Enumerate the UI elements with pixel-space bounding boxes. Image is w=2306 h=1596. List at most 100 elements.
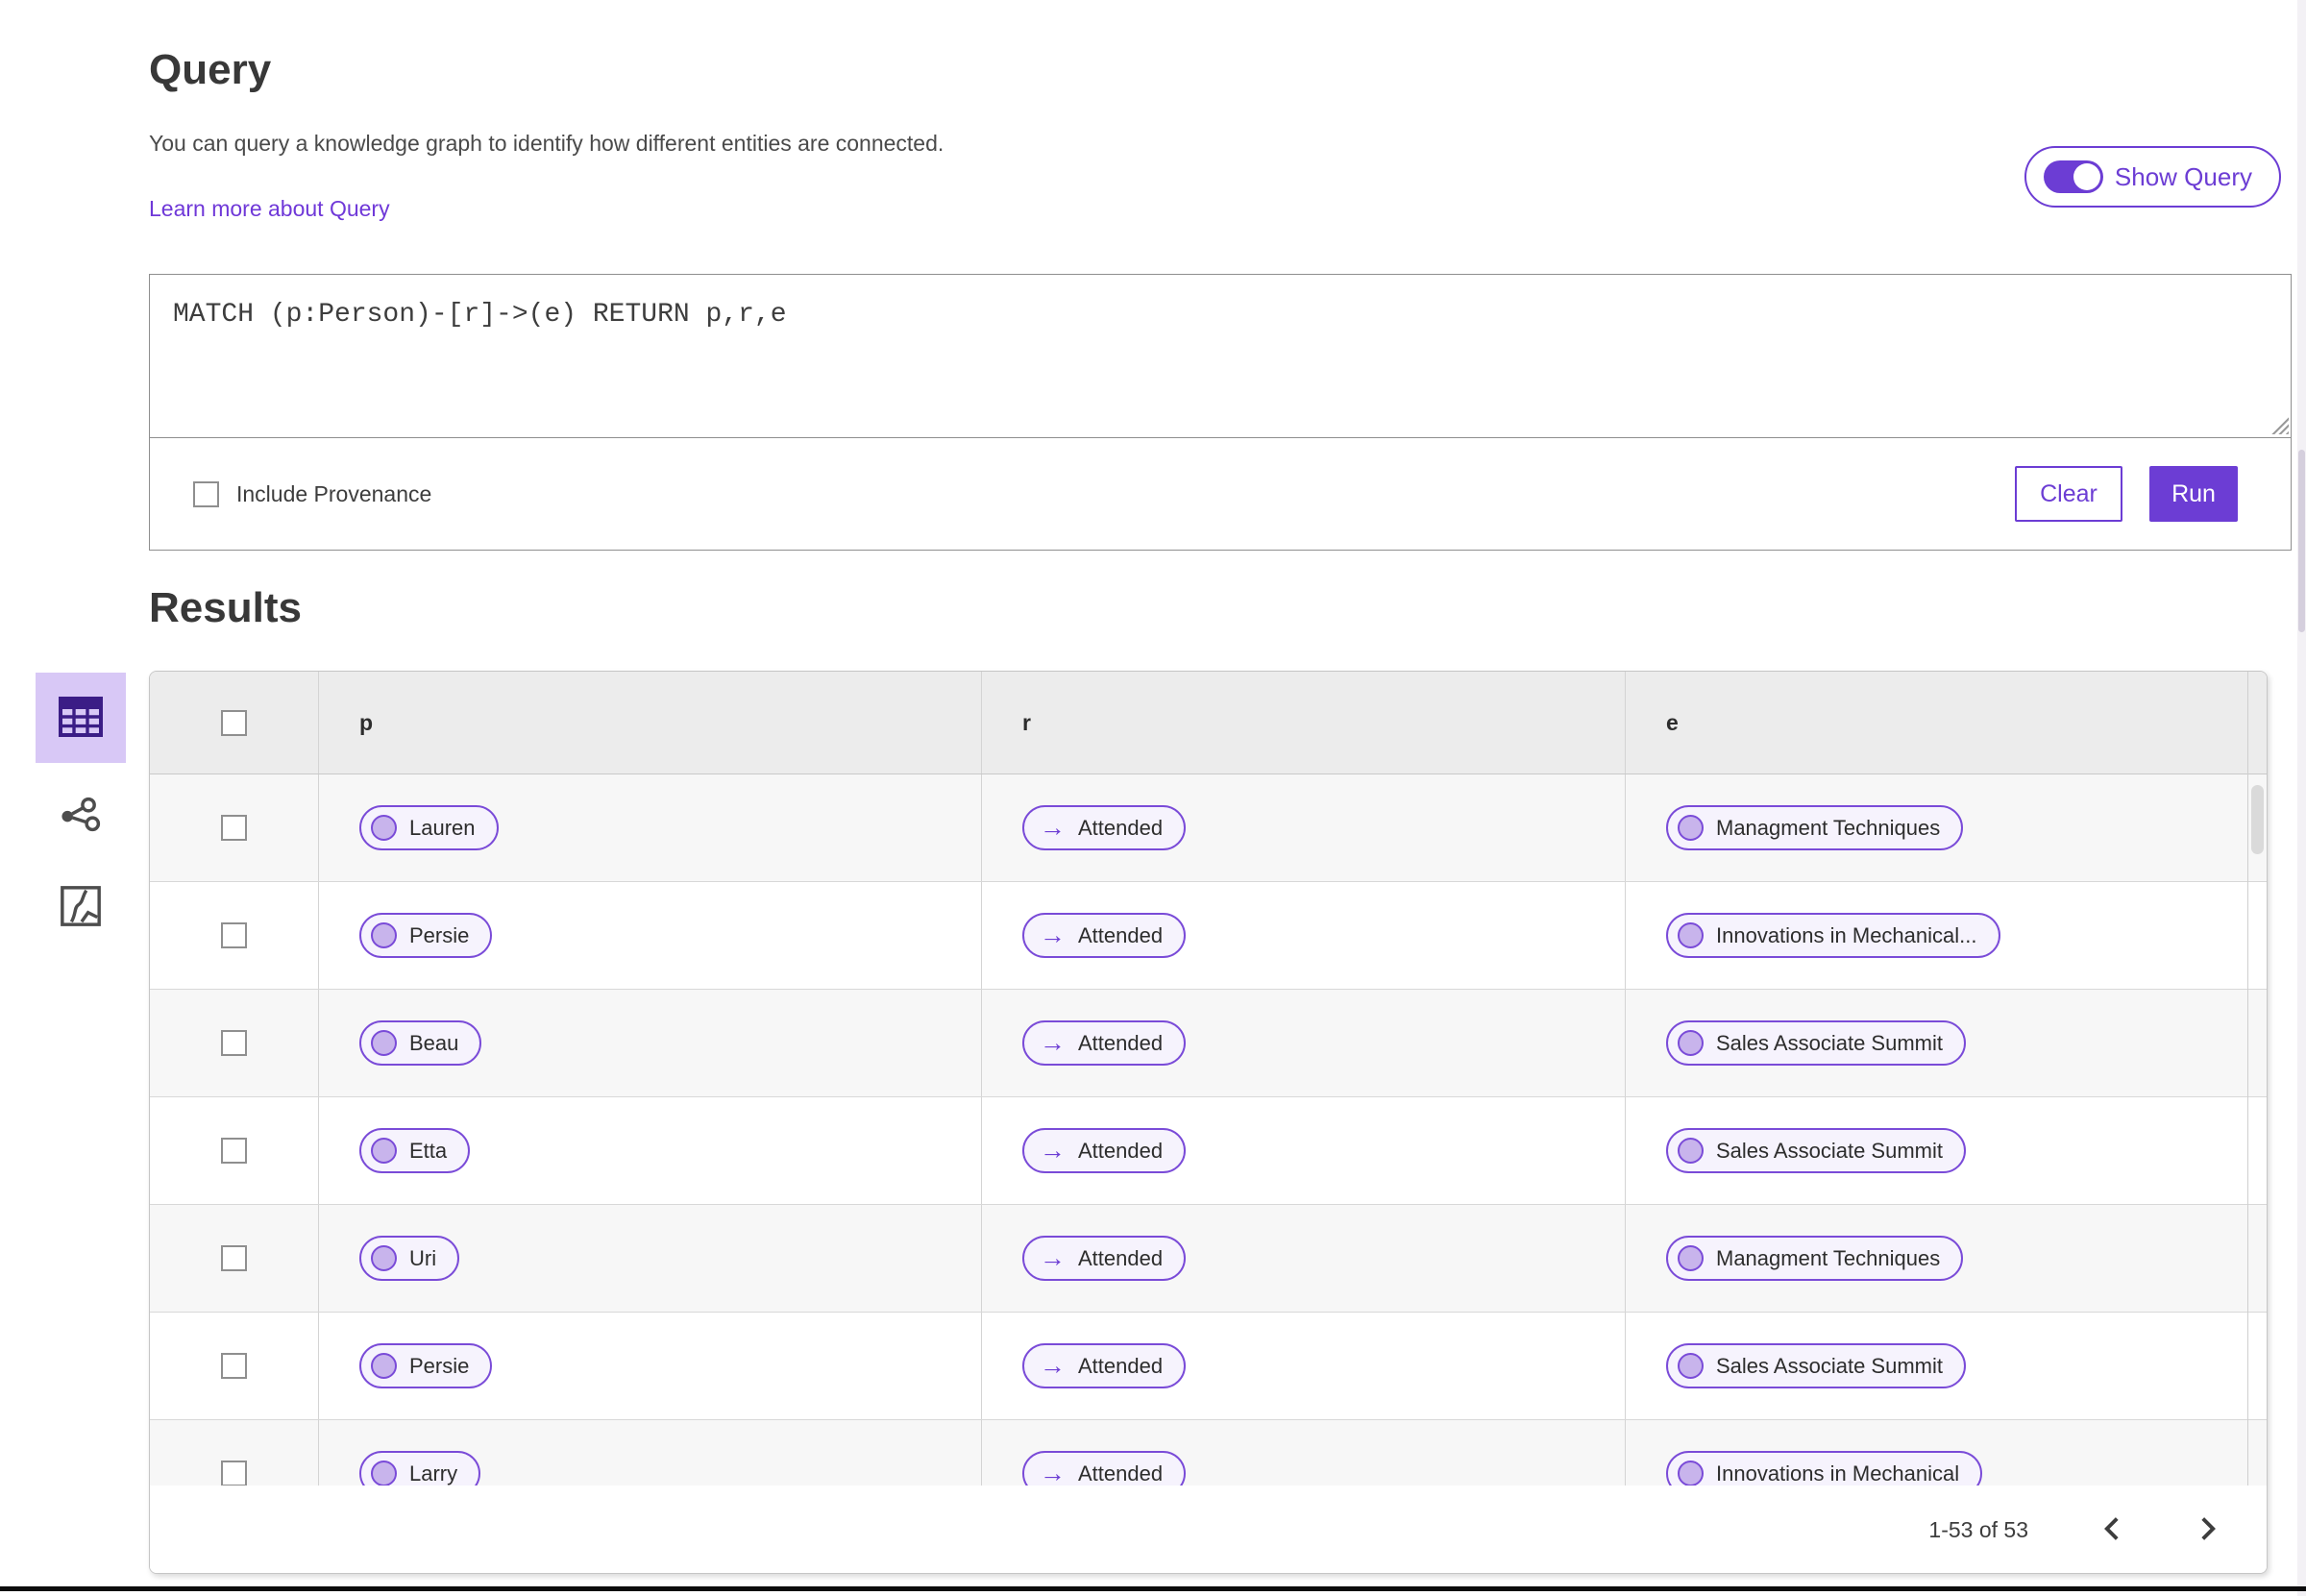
- next-page-button[interactable]: [2196, 1511, 2220, 1549]
- e-pill-label: Sales Associate Summit: [1716, 1353, 1943, 1378]
- entity-pill-p[interactable]: Beau: [359, 1020, 482, 1066]
- previous-page-button[interactable]: [2099, 1511, 2124, 1549]
- table-row: Persie → Attended Sales Associate Summit: [150, 1313, 2267, 1420]
- entity-pill-e[interactable]: Managment Techniques: [1666, 1236, 1964, 1281]
- row-checkbox[interactable]: [221, 1138, 247, 1164]
- table-row: Etta → Attended Sales Associate Summit: [150, 1097, 2267, 1205]
- table-row: Beau → Attended Sales Associate Summit: [150, 990, 2267, 1097]
- e-pill-label: Managment Techniques: [1716, 815, 1941, 840]
- toggle-switch-icon[interactable]: [2043, 160, 2103, 193]
- select-all-checkbox[interactable]: [221, 709, 247, 736]
- relationship-pill[interactable]: → Attended: [1022, 805, 1187, 850]
- arrow-right-icon: →: [1040, 1028, 1066, 1057]
- node-circle-icon: [1678, 1138, 1704, 1164]
- r-pill-label: Attended: [1078, 922, 1164, 947]
- table-row: Larry → Attended Innovations in Mechanic…: [150, 1420, 2267, 1486]
- row-checkbox[interactable]: [221, 1030, 247, 1056]
- entity-pill-p[interactable]: Lauren: [359, 805, 499, 850]
- entity-pill-e[interactable]: Sales Associate Summit: [1666, 1343, 1966, 1388]
- table-body: Lauren → Attended Managment Techniques P…: [150, 774, 2267, 1486]
- page-scrollbar-thumb[interactable]: [2298, 450, 2305, 632]
- show-query-toggle[interactable]: Show Query: [2024, 146, 2281, 208]
- page-scrollbar[interactable]: [2297, 0, 2306, 1596]
- column-header-e: e: [1666, 709, 1679, 735]
- table-row: Uri → Attended Managment Techniques: [150, 1205, 2267, 1313]
- entity-pill-p[interactable]: Larry: [359, 1451, 481, 1486]
- node-circle-icon: [1678, 922, 1704, 948]
- r-pill-label: Attended: [1078, 815, 1164, 840]
- row-checkbox[interactable]: [221, 815, 247, 841]
- e-pill-label: Sales Associate Summit: [1716, 1138, 1943, 1163]
- entity-pill-e[interactable]: Innovations in Mechanical...: [1666, 913, 2000, 958]
- node-circle-icon: [1678, 1461, 1704, 1486]
- row-checkbox[interactable]: [221, 1353, 247, 1379]
- table-view-button[interactable]: [36, 673, 126, 763]
- pagination-range-label: 1-53 of 53: [1928, 1517, 2028, 1542]
- entity-pill-e[interactable]: Sales Associate Summit: [1666, 1128, 1966, 1173]
- include-provenance-checkbox[interactable]: [193, 480, 219, 507]
- chevron-left-icon: [2103, 1515, 2121, 1545]
- table-footer: 1-53 of 53: [150, 1486, 2267, 1573]
- e-pill-label: Sales Associate Summit: [1716, 1030, 1943, 1055]
- query-page: Query You can query a knowledge graph to…: [0, 0, 2306, 1596]
- share-network-icon: [59, 795, 103, 842]
- row-checkbox[interactable]: [221, 922, 247, 948]
- table-row: Lauren → Attended Managment Techniques: [150, 774, 2267, 882]
- row-checkbox[interactable]: [221, 1245, 247, 1271]
- results-table: p r e Lauren → Attended Managment Techni…: [149, 671, 2268, 1574]
- query-panel-footer: Include Provenance Clear Run: [150, 438, 2291, 550]
- column-header-r: r: [1022, 709, 1031, 735]
- query-input[interactable]: MATCH (p:Person)-[r]->(e) RETURN p,r,e: [150, 275, 2291, 438]
- p-pill-label: Lauren: [409, 815, 476, 840]
- r-pill-label: Attended: [1078, 1030, 1164, 1055]
- table-scrollbar-thumb[interactable]: [2251, 785, 2264, 854]
- entity-pill-e[interactable]: Sales Associate Summit: [1666, 1020, 1966, 1066]
- entity-pill-p[interactable]: Persie: [359, 1343, 493, 1388]
- node-circle-icon: [371, 815, 397, 841]
- clear-button[interactable]: Clear: [2015, 466, 2122, 522]
- arrow-right-icon: →: [1040, 1459, 1066, 1486]
- node-circle-icon: [371, 1461, 397, 1486]
- relationship-pill[interactable]: → Attended: [1022, 1020, 1187, 1066]
- table-scrollbar[interactable]: [2247, 672, 2267, 1486]
- relationship-pill[interactable]: → Attended: [1022, 1128, 1187, 1173]
- e-pill-label: Innovations in Mechanical: [1716, 1461, 1960, 1486]
- entity-pill-p[interactable]: Etta: [359, 1128, 471, 1173]
- page-description: You can query a knowledge graph to ident…: [149, 131, 944, 156]
- run-button[interactable]: Run: [2149, 466, 2238, 522]
- page-title: Query: [149, 46, 272, 93]
- node-circle-icon: [371, 1245, 397, 1271]
- r-pill-label: Attended: [1078, 1245, 1164, 1270]
- relationship-pill[interactable]: → Attended: [1022, 1236, 1187, 1281]
- table-header-row: p r e: [150, 672, 2267, 774]
- arrow-right-icon: →: [1040, 813, 1066, 842]
- row-checkbox[interactable]: [221, 1461, 247, 1486]
- p-pill-label: Beau: [409, 1030, 459, 1055]
- table-icon: [58, 696, 104, 741]
- node-circle-icon: [371, 1030, 397, 1056]
- node-circle-icon: [1678, 1030, 1704, 1056]
- arrow-right-icon: →: [1040, 1351, 1066, 1380]
- relationship-pill[interactable]: → Attended: [1022, 913, 1187, 958]
- p-pill-label: Persie: [409, 1353, 470, 1378]
- e-pill-label: Managment Techniques: [1716, 1245, 1941, 1270]
- results-heading: Results: [149, 584, 302, 631]
- node-circle-icon: [371, 922, 397, 948]
- relationship-pill[interactable]: → Attended: [1022, 1343, 1187, 1388]
- window-bottom-edge: [0, 1586, 2306, 1591]
- learn-more-link[interactable]: Learn more about Query: [149, 196, 390, 222]
- entity-pill-e[interactable]: Innovations in Mechanical: [1666, 1451, 1983, 1486]
- entity-pill-e[interactable]: Managment Techniques: [1666, 805, 1964, 850]
- entity-pill-p[interactable]: Persie: [359, 913, 493, 958]
- entity-pill-p[interactable]: Uri: [359, 1236, 460, 1281]
- graph-view-button[interactable]: [36, 784, 126, 851]
- arrow-right-icon: →: [1040, 1136, 1066, 1165]
- table-row: Persie → Attended Innovations in Mechani…: [150, 882, 2267, 990]
- node-circle-icon: [1678, 1245, 1704, 1271]
- p-pill-label: Etta: [409, 1138, 448, 1163]
- relationship-pill[interactable]: → Attended: [1022, 1451, 1187, 1486]
- node-circle-icon: [371, 1353, 397, 1379]
- r-pill-label: Attended: [1078, 1353, 1164, 1378]
- schema-view-button[interactable]: [36, 871, 126, 944]
- query-editor-panel: MATCH (p:Person)-[r]->(e) RETURN p,r,e I…: [149, 274, 2292, 551]
